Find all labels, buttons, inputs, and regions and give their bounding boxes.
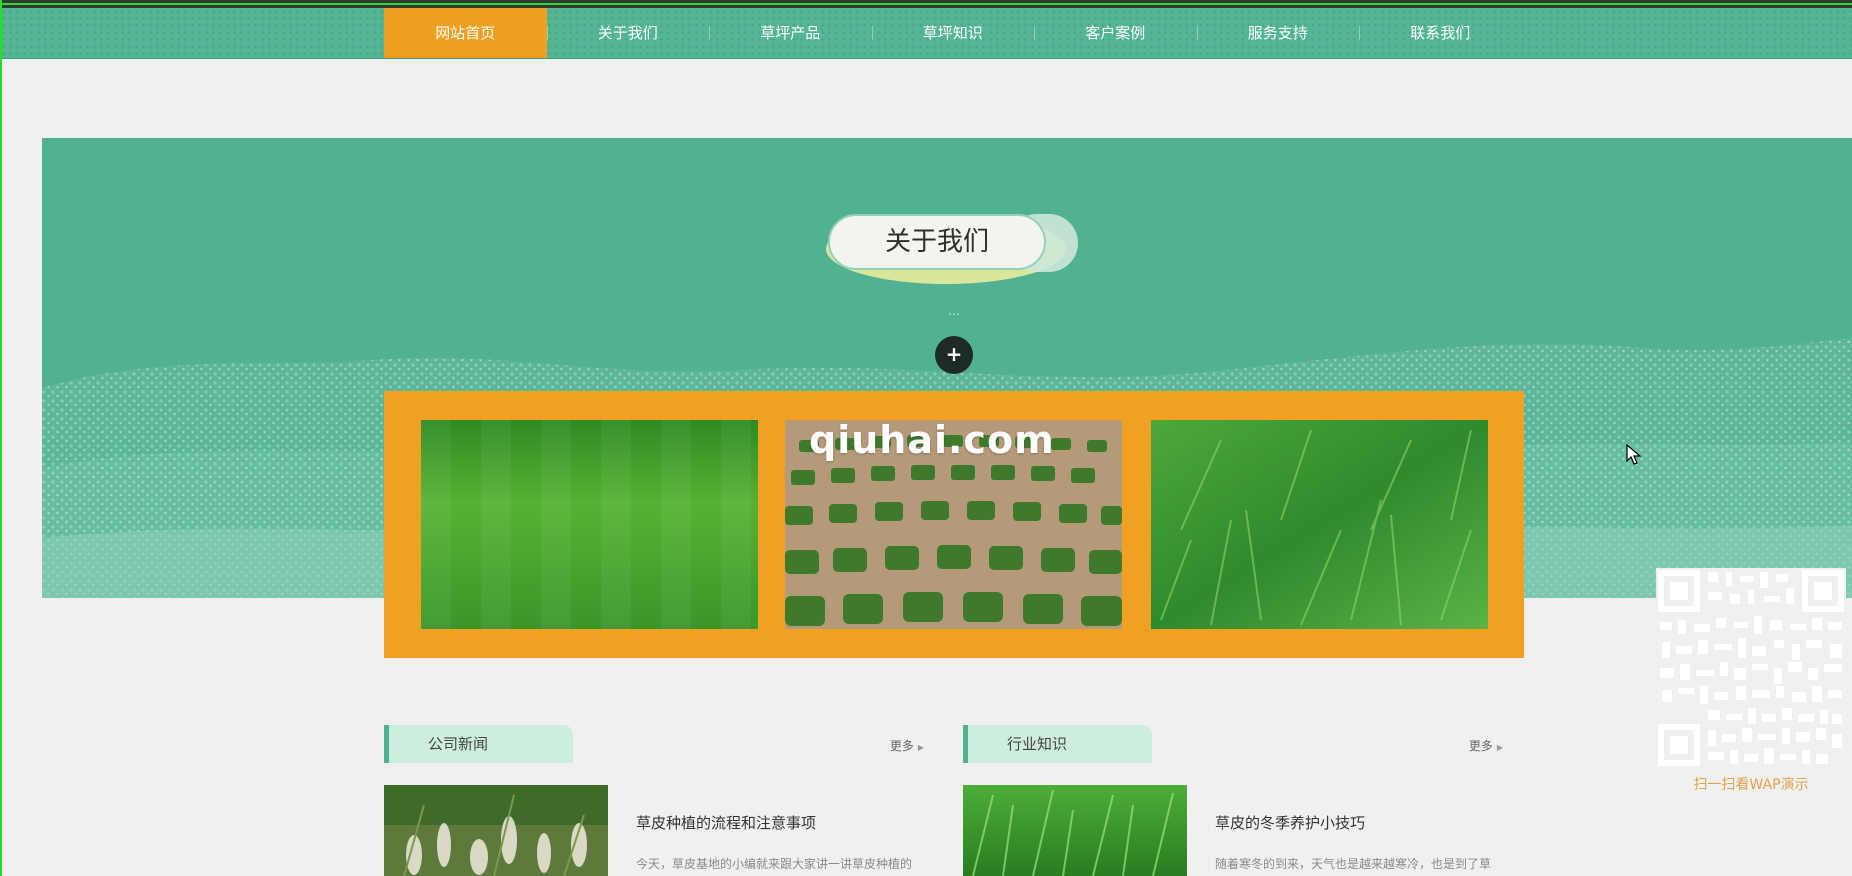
- company-news-item-title[interactable]: 草皮种植的流程和注意事项: [636, 812, 816, 833]
- main-nav: 网站首页 关于我们 草坪产品 草坪知识 客户案例 服务支持 联系我们: [0, 8, 1852, 59]
- nav-item-about[interactable]: 关于我们: [546, 8, 710, 58]
- industry-knowledge-header: 行业知识 更多 ▶: [963, 725, 1503, 765]
- company-news-more-link[interactable]: 更多 ▶: [890, 737, 924, 754]
- expand-plus-button[interactable]: +: [935, 336, 973, 374]
- qr-caption: 扫一扫看WAP演示: [1693, 777, 1809, 793]
- company-news-thumbnail[interactable]: [384, 785, 608, 876]
- company-news-title: 公司新闻: [384, 725, 573, 763]
- mouse-cursor-icon: [1626, 444, 1642, 465]
- turf-rolls-photo[interactable]: qiuhai.com: [785, 420, 1122, 629]
- photo-gallery: qiuhai.com: [384, 391, 1524, 658]
- nav-item-cases[interactable]: 客户案例: [1034, 8, 1197, 58]
- more-label: 更多: [889, 739, 914, 753]
- industry-knowledge-more-link[interactable]: 更多 ▶: [1469, 737, 1503, 754]
- nav-item-home[interactable]: 网站首页: [384, 8, 547, 58]
- nav-item-products[interactable]: 草坪产品: [709, 8, 872, 58]
- industry-knowledge-item-desc: 随着寒冬的到来，天气也是越来越寒冷，也是到了草: [1215, 857, 1492, 871]
- lawn-photo-1[interactable]: [421, 420, 758, 629]
- window-edge: [0, 0, 2, 876]
- qr-code-image: [1656, 568, 1846, 768]
- section-title-badge: 关于我们: [818, 206, 1088, 284]
- nav-item-service[interactable]: 服务支持: [1196, 8, 1360, 58]
- nav-item-knowledge[interactable]: 草坪知识: [871, 8, 1035, 58]
- company-news-header: 公司新闻 更多 ▶: [384, 725, 924, 765]
- grass-closeup-photo[interactable]: [1151, 420, 1488, 629]
- watermark-text: qiuhai.com: [809, 420, 1055, 462]
- company-news-item-desc: 今天，草皮基地的小编就来跟大家讲一讲草皮种植的: [636, 857, 913, 871]
- industry-knowledge-thumbnail[interactable]: [963, 785, 1187, 876]
- more-label: 更多: [1468, 739, 1493, 753]
- industry-knowledge-title: 行业知识: [963, 725, 1152, 763]
- nav-item-contact[interactable]: 联系我们: [1359, 8, 1522, 58]
- industry-knowledge-item-title[interactable]: 草皮的冬季养护小技巧: [1215, 812, 1365, 833]
- hero-ellipsis: ...: [948, 304, 960, 318]
- about-title: 关于我们: [828, 214, 1046, 270]
- chevron-right-icon: ▶: [1496, 743, 1503, 752]
- nav-items: 网站首页 关于我们 草坪产品 草坪知识 客户案例 服务支持 联系我们: [384, 8, 1522, 58]
- chevron-right-icon: ▶: [917, 743, 924, 752]
- top-bar-accent: [0, 3, 1852, 5]
